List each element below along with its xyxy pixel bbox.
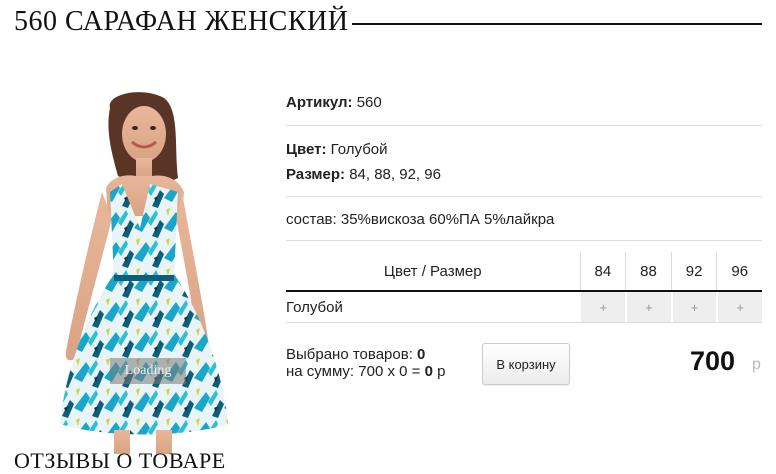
- size-table: Цвет / Размер 84 88 92 96 Голубой + + + …: [286, 252, 762, 323]
- qty-cell-96[interactable]: +: [717, 292, 762, 322]
- color-label: Цвет:: [286, 141, 327, 158]
- table-row: Голубой + + + +: [286, 292, 762, 323]
- sum-line: на сумму: 700 х 0 = 0 р: [286, 363, 445, 380]
- sku-label: Артикул:: [286, 94, 353, 111]
- size-header-92: 92: [670, 252, 717, 290]
- price-value: 700: [690, 346, 736, 376]
- loading-overlay: Loading: [110, 358, 186, 384]
- size-table-header: Цвет / Размер 84 88 92 96: [286, 252, 762, 292]
- size-value: 84, 88, 92, 96: [349, 166, 441, 183]
- sku-value: 560: [356, 94, 382, 111]
- qty-cell-92[interactable]: +: [671, 292, 717, 322]
- composition: состав: 35%вискоза 60%ПА 5%лайкра: [286, 211, 555, 228]
- size-header-88: 88: [625, 252, 671, 290]
- selected-count: 0: [417, 346, 426, 363]
- size-header-96: 96: [716, 252, 762, 290]
- sum-currency: р: [437, 363, 446, 380]
- sum-value: 0: [424, 363, 433, 380]
- page-title-row: 560 САРАФАН ЖЕНСКИЙ: [14, 4, 762, 40]
- price-currency: р: [752, 356, 761, 373]
- order-summary: Выбрано товаров: 0 на сумму: 700 х 0 = 0…: [286, 346, 445, 380]
- sum-label: на сумму: 700 х 0 =: [286, 363, 421, 380]
- selected-label: Выбрано товаров:: [286, 346, 413, 363]
- add-to-cart-button[interactable]: В корзину: [482, 343, 570, 385]
- sku-line: Артикул: 560: [286, 94, 382, 111]
- color-value: Голубой: [330, 141, 388, 158]
- qty-cell-84[interactable]: +: [580, 292, 626, 322]
- divider-3: [286, 240, 762, 241]
- divider-1: [286, 125, 762, 126]
- color-line: Цвет: Голубой: [286, 141, 388, 158]
- title-divider: [352, 23, 762, 25]
- selected-count-line: Выбрано товаров: 0: [286, 346, 445, 363]
- dress-model-image: [60, 92, 228, 454]
- row-color-label: Голубой: [286, 298, 343, 316]
- qty-cell-88[interactable]: +: [626, 292, 671, 322]
- reviews-heading: ОТЗЫВЫ О ТОВАРЕ: [14, 448, 226, 473]
- size-table-header-label: Цвет / Размер: [383, 262, 482, 280]
- size-header-84: 84: [579, 252, 626, 290]
- product-photo[interactable]: Loading: [14, 88, 268, 454]
- size-label: Размер:: [286, 166, 346, 183]
- size-line: Размер: 84, 88, 92, 96: [286, 166, 441, 183]
- divider-2: [286, 196, 762, 197]
- page-title: 560 САРАФАН ЖЕНСКИЙ: [14, 6, 349, 37]
